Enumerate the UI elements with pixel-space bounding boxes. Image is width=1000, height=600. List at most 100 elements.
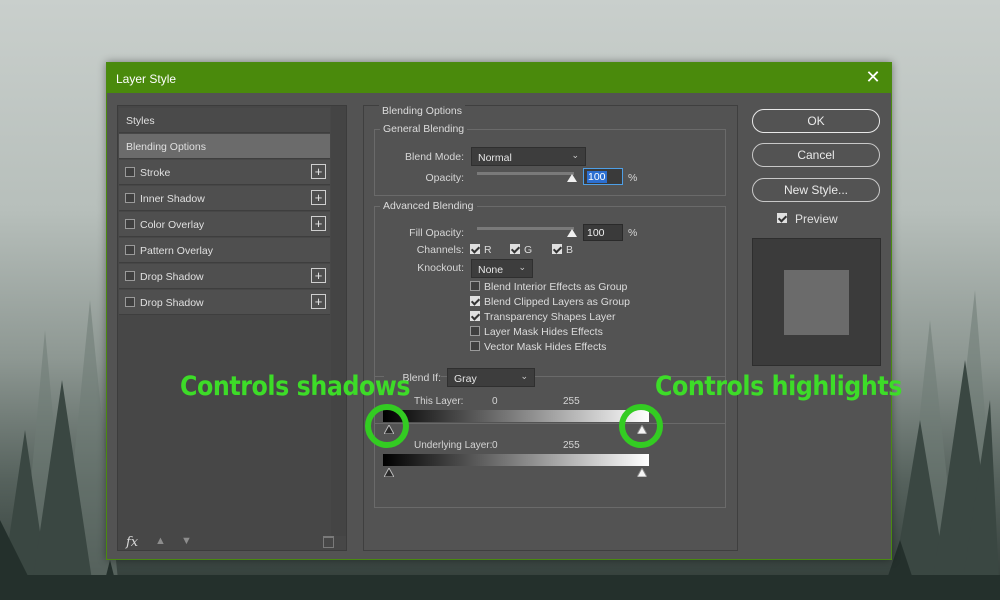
fill-opacity-input[interactable]: 100 <box>583 224 623 241</box>
style-item-stroke[interactable]: Stroke + <box>119 160 330 185</box>
option-label: Vector Mask Hides Effects <box>484 341 607 353</box>
drop-shadow-2-checkbox[interactable] <box>125 297 135 307</box>
blending-options-panel: Blending Options General Blending Blend … <box>363 105 738 551</box>
channel-b-label: B <box>566 244 574 256</box>
blend-if-select[interactable]: Gray ⌄ <box>447 368 535 387</box>
styles-header-label: Styles <box>126 115 155 127</box>
layer-style-dialog: Layer Style ✕ Styles Blending Options St… <box>106 62 892 560</box>
opacity-percent: % <box>628 172 638 184</box>
option-label: Layer Mask Hides Effects <box>484 326 603 338</box>
dialog-title: Layer Style <box>116 72 177 86</box>
channel-b-checkbox[interactable] <box>552 244 562 254</box>
fill-opacity-label: Fill Opacity: <box>409 227 464 239</box>
blend-mode-label: Blend Mode: <box>405 151 464 163</box>
this-layer-max: 255 <box>563 396 580 407</box>
option-label: Blend Interior Effects as Group <box>484 281 628 293</box>
close-icon[interactable]: ✕ <box>863 67 883 87</box>
channel-g-checkbox[interactable] <box>510 244 520 254</box>
underlying-layer-gradient <box>383 454 649 466</box>
title-bar: Layer Style ✕ <box>107 63 891 93</box>
style-item-inner-shadow[interactable]: Inner Shadow + <box>119 186 330 211</box>
preview-swatch <box>784 270 849 335</box>
underlying-highlight-slider[interactable] <box>637 468 647 477</box>
opacity-input[interactable]: 100 <box>583 168 623 185</box>
style-item-label: Drop Shadow <box>140 271 204 283</box>
blend-interior-effects-checkbox[interactable] <box>470 281 480 291</box>
channel-g-label: G <box>524 244 533 256</box>
styles-header[interactable]: Styles <box>119 108 330 133</box>
chevron-down-icon: ⌄ <box>518 262 526 272</box>
trash-icon[interactable] <box>323 536 334 548</box>
fill-opacity-slider-thumb[interactable] <box>567 229 577 237</box>
blend-clipped-layers-checkbox[interactable] <box>470 296 480 306</box>
blending-options-title: Blending Options <box>379 105 465 117</box>
preview-label: Preview <box>795 212 838 226</box>
opacity-label: Opacity: <box>425 172 464 184</box>
this-layer-gradient <box>383 410 649 422</box>
style-item-pattern-overlay[interactable]: Pattern Overlay <box>119 238 330 263</box>
fx-icon[interactable]: fx <box>126 535 138 550</box>
chevron-down-icon: ⌄ <box>520 371 528 381</box>
knockout-value: None <box>478 264 504 276</box>
add-color-overlay-button[interactable]: + <box>311 216 326 231</box>
style-item-blending-options[interactable]: Blending Options <box>119 134 330 159</box>
style-item-drop-shadow-2[interactable]: Drop Shadow + <box>119 290 330 315</box>
style-item-label: Stroke <box>140 167 171 179</box>
knockout-label: Knockout: <box>417 262 464 274</box>
option-label: Transparency Shapes Layer <box>484 311 616 323</box>
fill-opacity-slider-track[interactable] <box>477 227 574 230</box>
ok-button[interactable]: OK <box>752 109 880 133</box>
underlying-layer-max: 255 <box>563 440 580 451</box>
style-item-label: Inner Shadow <box>140 193 205 205</box>
preview-checkbox[interactable] <box>777 213 787 223</box>
new-style-button[interactable]: New Style... <box>752 178 880 202</box>
add-inner-shadow-button[interactable]: + <box>311 190 326 205</box>
channel-r-label: R <box>484 244 492 256</box>
add-drop-shadow-button[interactable]: + <box>311 268 326 283</box>
knockout-select[interactable]: None ⌄ <box>471 259 533 278</box>
move-up-icon[interactable]: ▲ <box>155 536 166 547</box>
styles-scrollbar[interactable] <box>331 106 346 536</box>
style-item-color-overlay[interactable]: Color Overlay + <box>119 212 330 237</box>
styles-toolbar: fx ▲ ▼ <box>118 535 346 550</box>
annotation-shadows: Controls shadows <box>180 371 411 402</box>
transparency-shapes-checkbox[interactable] <box>470 311 480 321</box>
add-drop-shadow-2-button[interactable]: + <box>311 294 326 309</box>
style-item-label: Blending Options <box>126 141 206 153</box>
blend-if-value: Gray <box>454 373 477 385</box>
annotation-highlights: Controls highlights <box>655 371 902 402</box>
pattern-overlay-checkbox[interactable] <box>125 245 135 255</box>
vector-mask-hides-checkbox[interactable] <box>470 341 480 351</box>
opacity-slider-track[interactable] <box>477 172 574 175</box>
underlying-layer-min: 0 <box>492 440 498 451</box>
highlights-highlight-ring <box>619 404 663 448</box>
this-layer-label: This Layer: <box>414 396 464 407</box>
option-label: Blend Clipped Layers as Group <box>484 296 630 308</box>
opacity-slider-thumb[interactable] <box>567 174 577 182</box>
cancel-button[interactable]: Cancel <box>752 143 880 167</box>
blend-mode-value: Normal <box>478 152 512 164</box>
color-overlay-checkbox[interactable] <box>125 219 135 229</box>
style-item-label: Color Overlay <box>140 219 205 231</box>
add-stroke-button[interactable]: + <box>311 164 326 179</box>
this-layer-min: 0 <box>492 396 498 407</box>
style-preview <box>752 238 881 366</box>
style-item-label: Pattern Overlay <box>140 245 213 257</box>
move-down-icon[interactable]: ▼ <box>181 536 192 547</box>
drop-shadow-checkbox[interactable] <box>125 271 135 281</box>
shadows-highlight-ring <box>365 404 409 448</box>
inner-shadow-checkbox[interactable] <box>125 193 135 203</box>
advanced-blending-title: Advanced Blending <box>380 200 477 212</box>
style-item-drop-shadow[interactable]: Drop Shadow + <box>119 264 330 289</box>
channel-r-checkbox[interactable] <box>470 244 480 254</box>
opacity-value: 100 <box>587 171 607 183</box>
general-blending-title: General Blending <box>380 123 468 135</box>
stroke-checkbox[interactable] <box>125 167 135 177</box>
channels-label: Channels: <box>416 244 464 256</box>
layer-mask-hides-checkbox[interactable] <box>470 326 480 336</box>
chevron-down-icon: ⌄ <box>571 150 579 160</box>
underlying-shadow-slider[interactable] <box>384 468 394 477</box>
blend-mode-select[interactable]: Normal ⌄ <box>471 147 586 166</box>
fill-opacity-value: 100 <box>587 227 605 239</box>
fill-opacity-percent: % <box>628 227 638 239</box>
